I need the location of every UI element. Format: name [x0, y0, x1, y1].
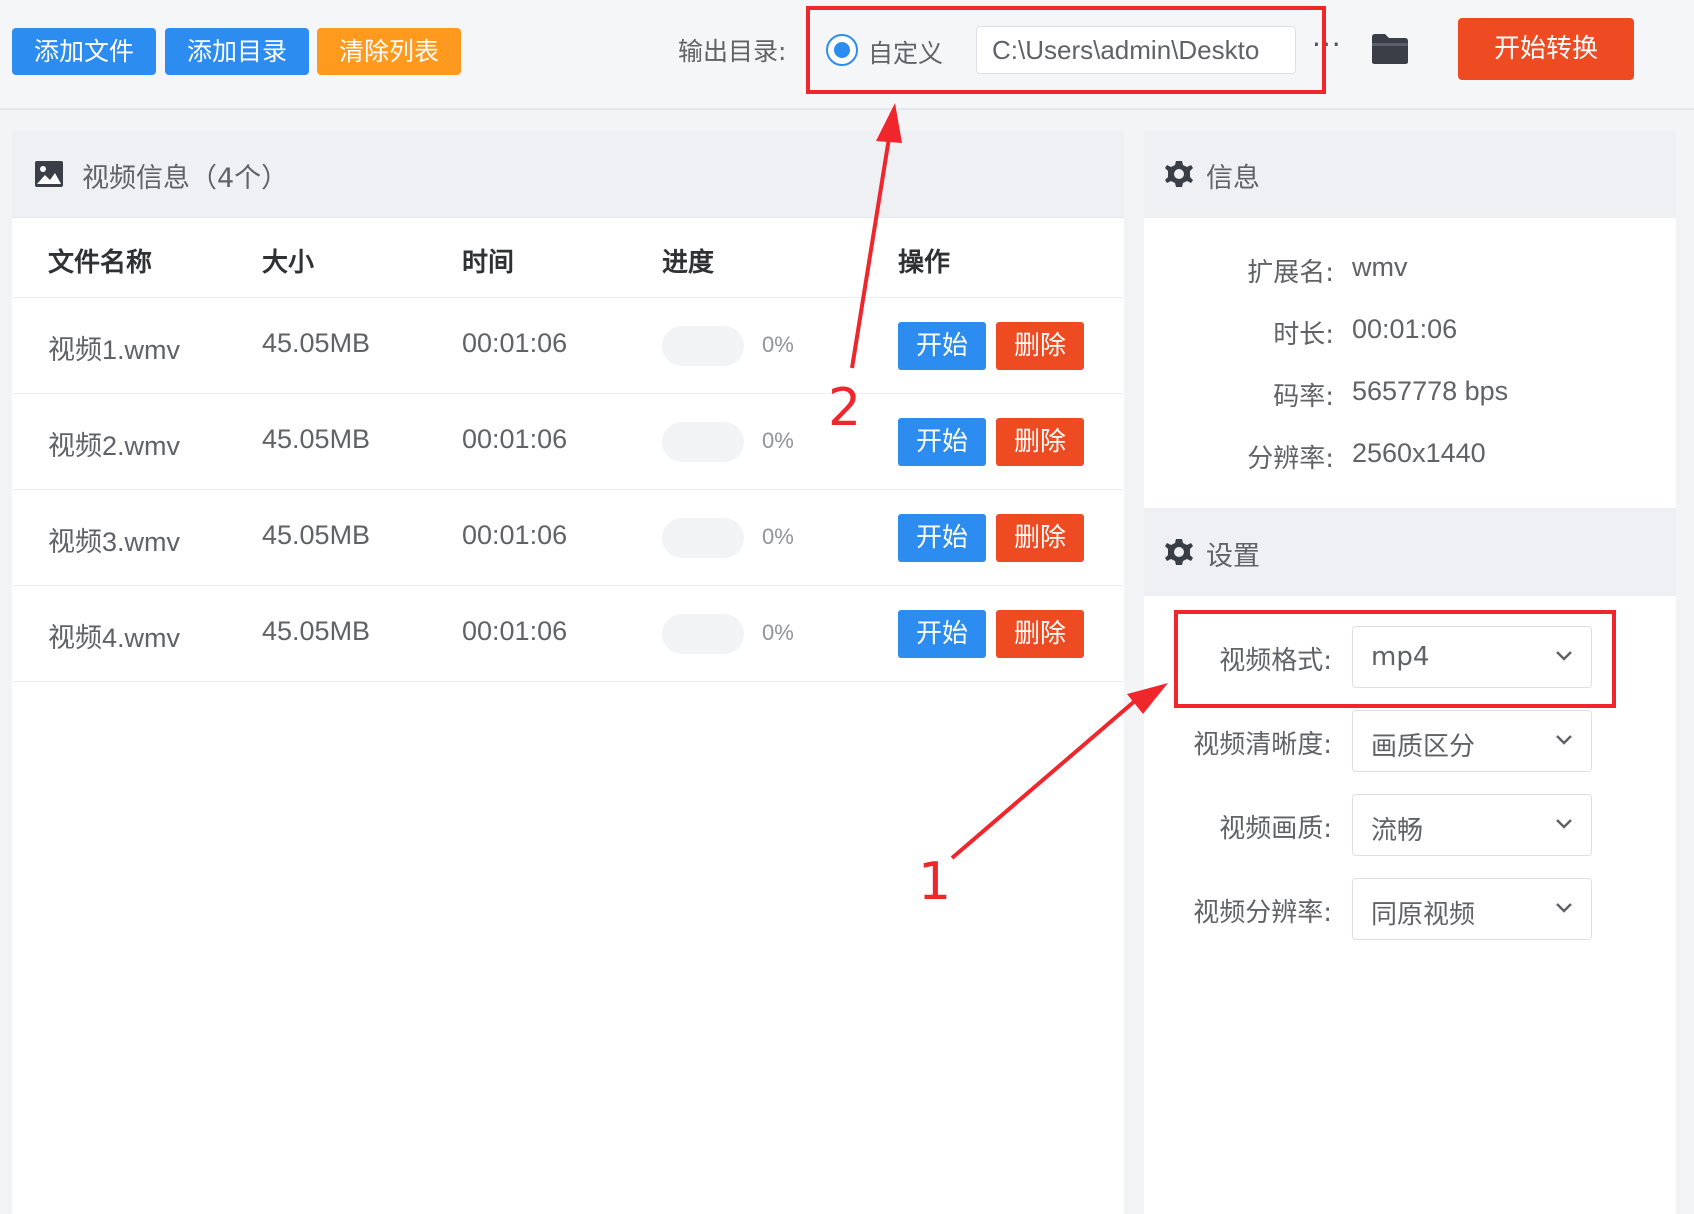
output-directory-label: 输出目录:: [678, 37, 787, 66]
video-list-title: 视频信息（4个）: [82, 163, 289, 194]
file-name: 视频3.wmv: [48, 527, 181, 557]
video-resolution-value: 同原视频: [1371, 900, 1476, 930]
table-row: 视频3.wmv 45.05MB 00:01:06 0% 开始 删除: [12, 490, 1124, 586]
annotation-box-format: [1174, 610, 1616, 708]
app-window: 添加文件 添加目录 清除列表 输出目录: 自定义 C:\Users\admin\…: [0, 0, 1694, 1214]
folder-icon[interactable]: [1370, 32, 1410, 66]
video-quality-value: 流畅: [1371, 816, 1424, 846]
file-size: 45.05MB: [262, 520, 371, 550]
add-directory-button[interactable]: 添加目录: [165, 28, 309, 75]
column-header-size: 大小: [262, 248, 315, 278]
settings-title: 设置: [1206, 541, 1260, 572]
file-duration: 00:01:06: [462, 520, 568, 550]
file-size: 45.05MB: [262, 328, 371, 358]
progress-percent: 0%: [762, 524, 794, 549]
table-row: 视频2.wmv 45.05MB 00:01:06 0% 开始 删除: [12, 394, 1124, 490]
progress-bar: [662, 326, 744, 366]
progress-bar: [662, 614, 744, 654]
info-key-duration: 时长:: [1273, 320, 1334, 350]
start-button[interactable]: 开始: [898, 418, 986, 466]
chevron-down-icon: [1556, 819, 1572, 829]
toolbar: 添加文件 添加目录 清除列表 输出目录: 自定义 C:\Users\admin\…: [0, 0, 1694, 110]
file-name: 视频1.wmv: [48, 335, 181, 365]
gear-icon: [1165, 161, 1193, 187]
info-value-duration: 00:01:06: [1352, 314, 1458, 344]
video-clarity-select[interactable]: 画质区分: [1352, 710, 1592, 772]
delete-button[interactable]: 删除: [996, 418, 1084, 466]
video-list-panel: 视频信息（4个） 文件名称 大小 时间 进度 操作 视频1.wmv 45.05M…: [12, 130, 1124, 1214]
settings-header: 设置: [1144, 508, 1676, 596]
table-row: 视频4.wmv 45.05MB 00:01:06 0% 开始 删除: [12, 586, 1124, 682]
file-duration: 00:01:06: [462, 424, 568, 454]
annotation-number-1: 1: [918, 852, 952, 912]
start-convert-button[interactable]: 开始转换: [1458, 18, 1634, 80]
progress-percent: 0%: [762, 332, 794, 357]
file-name: 视频2.wmv: [48, 431, 181, 461]
column-header-progress: 进度: [662, 248, 715, 278]
clear-list-button[interactable]: 清除列表: [317, 28, 461, 75]
file-size: 45.05MB: [262, 616, 371, 646]
info-key-extension: 扩展名:: [1247, 258, 1334, 288]
progress-bar: [662, 422, 744, 462]
chevron-down-icon: [1556, 735, 1572, 745]
info-value-extension: wmv: [1352, 252, 1408, 282]
delete-button[interactable]: 删除: [996, 322, 1084, 370]
table-row: 视频1.wmv 45.05MB 00:01:06 0% 开始 删除: [12, 298, 1124, 394]
add-file-button[interactable]: 添加文件: [12, 28, 156, 75]
delete-button[interactable]: 删除: [996, 610, 1084, 658]
video-list-header: 视频信息（4个）: [12, 130, 1124, 218]
progress-bar: [662, 518, 744, 558]
start-button[interactable]: 开始: [898, 610, 986, 658]
chevron-down-icon: [1556, 903, 1572, 913]
file-duration: 00:01:06: [462, 328, 568, 358]
setting-label-quality: 视频画质:: [1219, 814, 1332, 844]
video-quality-select[interactable]: 流畅: [1352, 794, 1592, 856]
column-header-time: 时间: [462, 248, 515, 278]
setting-label-resolution: 视频分辨率:: [1193, 898, 1332, 928]
setting-label-clarity: 视频清晰度:: [1193, 730, 1332, 760]
annotation-box-output: [806, 6, 1326, 94]
start-button[interactable]: 开始: [898, 514, 986, 562]
info-key-resolution: 分辨率:: [1247, 444, 1334, 474]
video-clarity-value: 画质区分: [1371, 732, 1476, 762]
delete-button[interactable]: 删除: [996, 514, 1084, 562]
table-header: 文件名称 大小 时间 进度 操作: [12, 218, 1124, 298]
file-duration: 00:01:06: [462, 616, 568, 646]
file-name: 视频4.wmv: [48, 623, 181, 653]
video-resolution-select[interactable]: 同原视频: [1352, 878, 1592, 940]
annotation-number-2: 2: [828, 378, 862, 438]
column-header-actions: 操作: [898, 248, 951, 278]
image-icon: [35, 161, 63, 187]
info-value-bitrate: 5657778 bps: [1352, 376, 1509, 406]
gear-icon: [1165, 539, 1193, 565]
info-key-bitrate: 码率:: [1273, 382, 1334, 412]
progress-percent: 0%: [762, 620, 794, 645]
file-size: 45.05MB: [262, 424, 371, 454]
column-header-filename: 文件名称: [48, 248, 153, 278]
progress-percent: 0%: [762, 428, 794, 453]
info-value-resolution: 2560x1440: [1352, 438, 1486, 468]
start-button[interactable]: 开始: [898, 322, 986, 370]
info-title: 信息: [1206, 163, 1260, 194]
info-header: 信息: [1144, 130, 1676, 218]
